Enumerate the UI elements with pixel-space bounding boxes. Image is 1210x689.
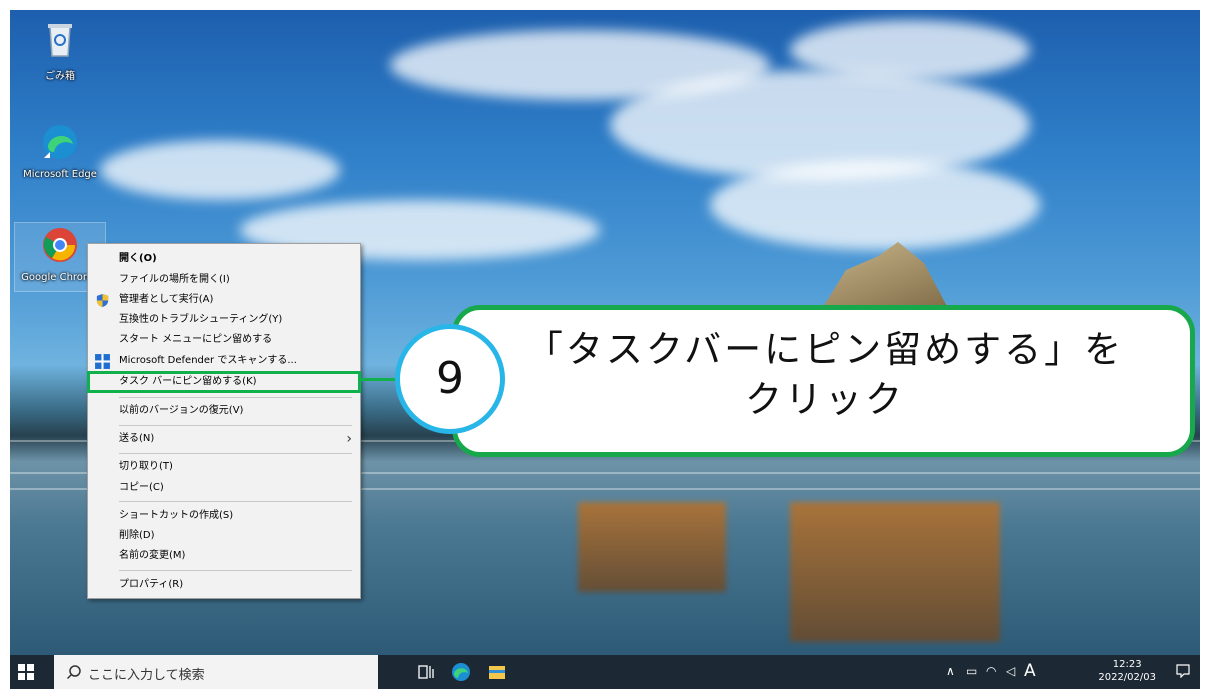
desktop-icon-label: ごみ箱 xyxy=(45,71,75,82)
menu-item-properties[interactable]: プロパティ(R) xyxy=(88,576,360,594)
menu-item-label: プロパティ(R) xyxy=(119,579,184,590)
desktop-icon-label: Microsoft Edge xyxy=(23,169,97,180)
battery-icon[interactable]: ▭ xyxy=(966,664,977,678)
menu-item-label: タスク バーにピン留めする(K) xyxy=(119,376,257,387)
chevron-up-icon[interactable]: ∧ xyxy=(946,664,955,678)
chevron-right-icon: › xyxy=(346,431,352,447)
menu-item-label: 開く(O) xyxy=(119,253,157,264)
desktop-icon-edge[interactable]: Microsoft Edge xyxy=(15,122,105,180)
menu-item-label: 互換性のトラブルシューティング(Y) xyxy=(119,314,283,325)
clock-time: 12:23 xyxy=(1112,659,1142,670)
callout-text: 「タスクバーにピン留めする」を クリック xyxy=(475,325,1175,425)
menu-item-pin-to-taskbar[interactable]: タスク バーにピン留めする(K) xyxy=(87,371,361,393)
menu-item-copy[interactable]: コピー(C) xyxy=(88,479,360,497)
ime-indicator[interactable]: A xyxy=(1024,661,1036,681)
search-icon xyxy=(66,665,81,680)
callout-line-1: 「タスクバーにピン留めする」を xyxy=(525,328,1125,371)
shield-icon xyxy=(96,293,109,308)
windows-start-icon[interactable] xyxy=(18,664,34,680)
menu-item-cut[interactable]: 切り取り(T) xyxy=(88,458,360,476)
recycle-bin-icon xyxy=(48,24,72,57)
menu-item-pin-to-start[interactable]: スタート メニューにピン留めする xyxy=(88,331,360,349)
edge-taskbar-icon[interactable] xyxy=(450,661,472,683)
menu-separator xyxy=(119,570,352,571)
menu-item-run-as-admin[interactable]: 管理者として実行(A) xyxy=(88,291,360,309)
menu-separator xyxy=(119,397,352,398)
menu-item-rename[interactable]: 名前の変更(M) xyxy=(88,547,360,565)
menu-item-label: 名前の変更(M) xyxy=(119,550,186,561)
chrome-icon xyxy=(43,228,77,262)
taskbar-clock[interactable]: 12:23 2022/02/03 xyxy=(1098,658,1156,684)
menu-item-label: コピー(C) xyxy=(119,482,164,493)
search-placeholder: ここに入力して検索 xyxy=(88,668,205,683)
menu-item-label: 切り取り(T) xyxy=(119,461,173,472)
edge-icon xyxy=(43,125,77,159)
callout-line-2: クリック xyxy=(745,378,905,421)
menu-item-label: スタート メニューにピン留めする xyxy=(119,334,273,345)
menu-item-send-to[interactable]: 送る(N) › xyxy=(88,430,360,448)
menu-item-open-file-location[interactable]: ファイルの場所を開く(I) xyxy=(88,271,360,289)
menu-item-troubleshoot-compat[interactable]: 互換性のトラブルシューティング(Y) xyxy=(88,311,360,329)
taskbar: ここに入力して検索 ∧ ▭ ◠ ◁ A 12:23 2022/02/03 xyxy=(10,655,1200,689)
menu-item-label: ファイルの場所を開く(I) xyxy=(119,274,230,285)
menu-item-open[interactable]: 開く(O) xyxy=(88,250,360,268)
defender-icon xyxy=(95,354,110,369)
step-number-badge: 9 xyxy=(395,324,505,434)
menu-item-label: ショートカットの作成(S) xyxy=(119,510,234,521)
system-tray: ∧ ▭ ◠ ◁ A 12:23 2022/02/03 xyxy=(940,655,1200,689)
menu-item-delete[interactable]: 削除(D) xyxy=(88,527,360,545)
menu-item-label: 管理者として実行(A) xyxy=(119,294,214,305)
menu-item-restore-previous-versions[interactable]: 以前のバージョンの復元(V) xyxy=(88,402,360,420)
notification-icon[interactable] xyxy=(1176,664,1190,678)
context-menu: 開く(O) ファイルの場所を開く(I) 管理者として実行(A) 互換性のトラブル… xyxy=(87,243,361,599)
menu-item-defender-scan[interactable]: Microsoft Defender でスキャンする... xyxy=(88,352,360,370)
menu-separator xyxy=(119,453,352,454)
menu-separator xyxy=(119,425,352,426)
taskbar-search-box[interactable]: ここに入力して検索 xyxy=(54,655,378,689)
clock-date: 2022/02/03 xyxy=(1098,672,1156,683)
desktop-icon-recycle-bin[interactable]: ごみ箱 xyxy=(15,20,105,82)
task-view-icon[interactable] xyxy=(415,661,437,683)
menu-item-create-shortcut[interactable]: ショートカットの作成(S) xyxy=(88,507,360,525)
menu-separator xyxy=(119,501,352,502)
file-explorer-icon[interactable] xyxy=(486,661,508,683)
wifi-icon[interactable]: ◠ xyxy=(986,664,996,678)
volume-muted-icon[interactable]: ◁ xyxy=(1006,664,1015,678)
menu-item-label: 削除(D) xyxy=(119,530,155,541)
menu-item-label: 送る(N) xyxy=(119,433,155,444)
menu-item-label: Microsoft Defender でスキャンする... xyxy=(119,355,297,366)
menu-item-label: 以前のバージョンの復元(V) xyxy=(119,405,244,416)
